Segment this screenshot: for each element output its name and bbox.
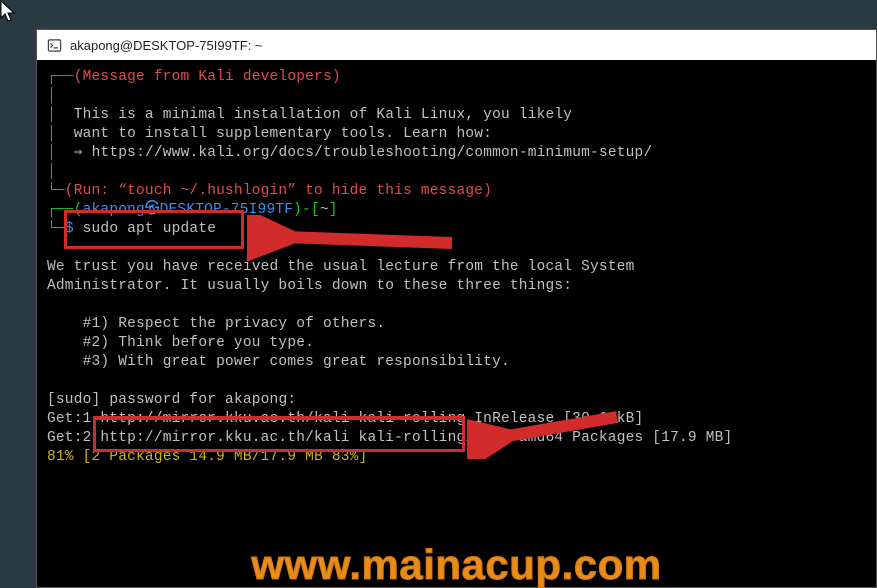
watermark: www.mainacup.com xyxy=(37,555,876,574)
terminal-body[interactable]: ┌──(Message from Kali developers) │ │ Th… xyxy=(37,60,876,587)
terminal-output: ┌──(Message from Kali developers) │ │ Th… xyxy=(47,68,866,467)
terminal-icon xyxy=(47,38,62,53)
mouse-cursor-icon xyxy=(0,0,18,24)
window-title: akapong@DESKTOP-75I99TF: ~ xyxy=(70,38,263,53)
window-titlebar[interactable]: akapong@DESKTOP-75I99TF: ~ xyxy=(37,30,876,60)
terminal-window: akapong@DESKTOP-75I99TF: ~ ┌──(Message f… xyxy=(36,29,877,588)
